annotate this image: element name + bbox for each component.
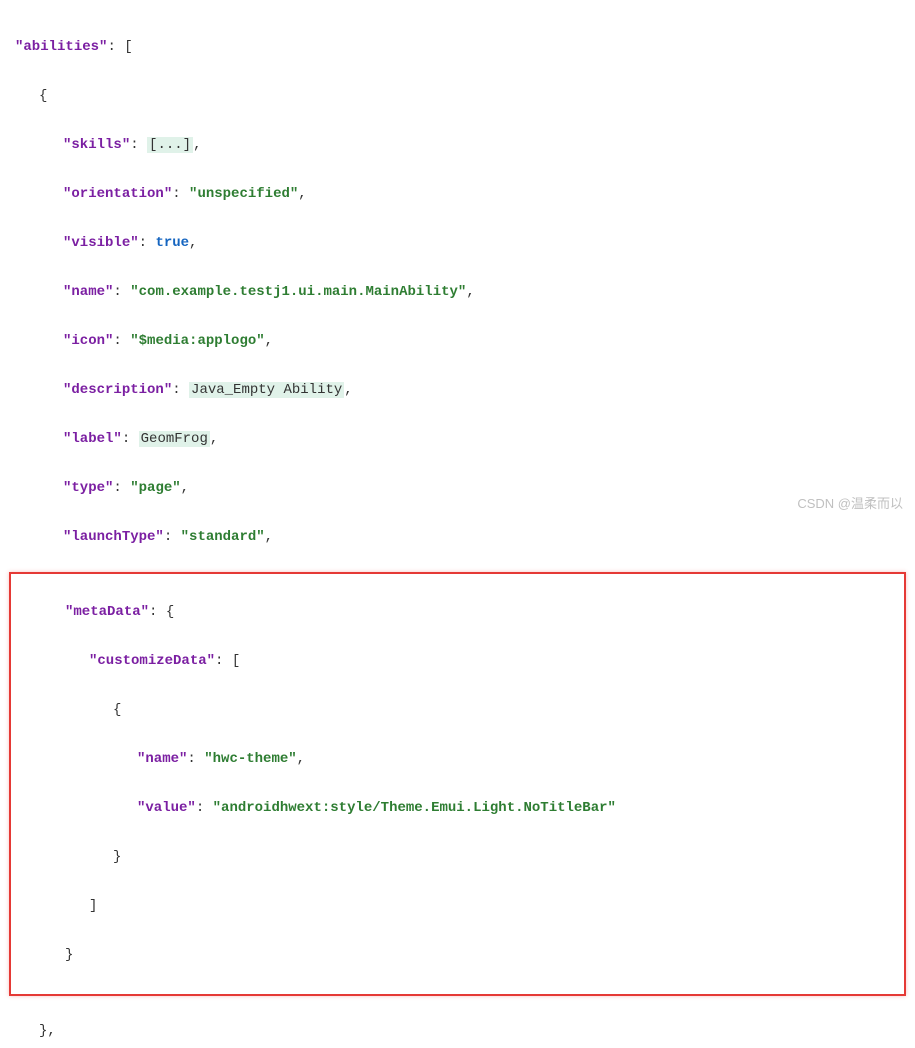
key-cd-name: name bbox=[145, 751, 179, 767]
val-description: Java_Empty Ability bbox=[189, 382, 344, 398]
val-type: page bbox=[139, 480, 173, 496]
key-name: name bbox=[71, 284, 105, 300]
key-abilities: abilities bbox=[23, 39, 99, 55]
key-metadata: metaData bbox=[73, 604, 140, 620]
key-customizedata: customizeData bbox=[97, 653, 206, 669]
val-icon: $media:applogo bbox=[139, 333, 257, 349]
val-cd-name: hwc-theme bbox=[213, 751, 289, 767]
val-visible: true bbox=[155, 235, 189, 251]
key-visible: visible bbox=[71, 235, 130, 251]
val-cd-value: androidhwext:style/Theme.Emui.Light.NoTi… bbox=[221, 800, 607, 816]
key-launchtype: launchType bbox=[71, 529, 155, 545]
highlighted-metadata-block: "metaData": { "customizeData": [ { "name… bbox=[9, 572, 906, 997]
key-orientation: orientation bbox=[71, 186, 163, 202]
key-label: label bbox=[71, 431, 113, 447]
json-code-block: "abilities": [ { "skills": [...], "orien… bbox=[15, 10, 900, 1048]
key-skills: skills bbox=[71, 137, 121, 153]
val-launchtype: standard bbox=[189, 529, 256, 545]
key-cd-value: value bbox=[145, 800, 187, 816]
val-orientation: unspecified bbox=[197, 186, 289, 202]
key-icon: icon bbox=[71, 333, 105, 349]
key-type: type bbox=[71, 480, 105, 496]
val-skills: [...] bbox=[147, 137, 193, 153]
val-name: com.example.testj1.ui.main.MainAbility bbox=[139, 284, 458, 300]
key-description: description bbox=[71, 382, 163, 398]
val-label: GeomFrog bbox=[139, 431, 210, 447]
